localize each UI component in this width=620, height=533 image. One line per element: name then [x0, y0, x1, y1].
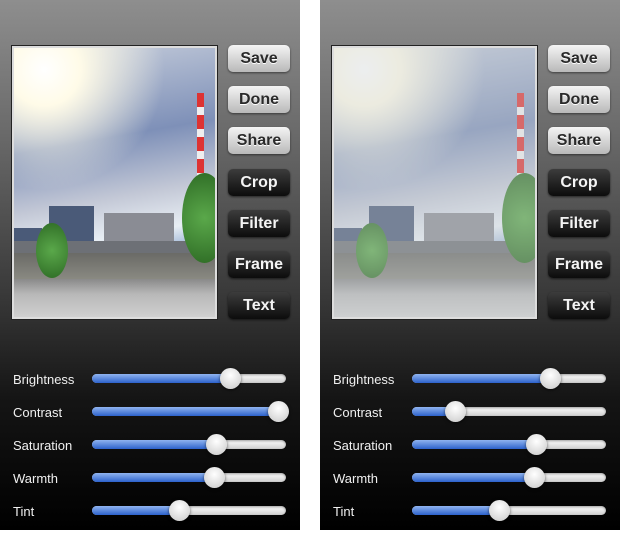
warmth-slider[interactable]: [412, 467, 606, 488]
crop-button[interactable]: Crop: [548, 169, 610, 196]
slider-thumb[interactable]: [219, 368, 241, 389]
slider-fill: [92, 407, 279, 416]
share-button[interactable]: Share: [548, 127, 610, 154]
slider-thumb[interactable]: [268, 401, 290, 422]
slider-fill: [92, 473, 215, 482]
tint-slider[interactable]: [412, 500, 606, 521]
contrast-slider[interactable]: [92, 401, 290, 422]
text-button[interactable]: Text: [548, 292, 610, 319]
saturation-slider[interactable]: [412, 434, 606, 455]
crop-button[interactable]: Crop: [228, 169, 290, 196]
slider-thumb[interactable]: [526, 434, 548, 455]
brightness-label: Brightness: [333, 372, 395, 387]
contrast-label: Contrast: [333, 405, 383, 420]
brightness-slider[interactable]: [412, 368, 606, 389]
filter-button[interactable]: Filter: [228, 210, 290, 237]
slider-fill: [412, 473, 535, 482]
slider-fill: [412, 440, 537, 449]
saturation-label: Saturation: [13, 438, 73, 453]
contrast-slider[interactable]: [412, 401, 606, 422]
slider-fill: [412, 506, 500, 515]
slider-thumb[interactable]: [206, 434, 228, 455]
save-button[interactable]: Save: [228, 45, 290, 72]
saturation-slider[interactable]: [92, 434, 286, 455]
slider-thumb[interactable]: [489, 500, 511, 521]
slider-fill: [92, 440, 217, 449]
slider-thumb[interactable]: [444, 401, 466, 422]
brightness-slider[interactable]: [92, 368, 286, 389]
photo-preview: [12, 46, 217, 319]
contrast-label: Contrast: [13, 405, 63, 420]
tint-label: Tint: [13, 504, 35, 519]
save-button[interactable]: Save: [548, 45, 610, 72]
slider-thumb[interactable]: [169, 500, 191, 521]
frame-button[interactable]: Frame: [228, 251, 290, 278]
warmth-slider[interactable]: [92, 467, 286, 488]
tint-slider[interactable]: [92, 500, 286, 521]
frame-button[interactable]: Frame: [548, 251, 610, 278]
slider-thumb[interactable]: [524, 467, 546, 488]
text-button[interactable]: Text: [228, 292, 290, 319]
done-button[interactable]: Done: [228, 86, 290, 113]
editor-screen-vivid: Save Done Share Crop Filter Frame Text Brightne…: [0, 0, 300, 530]
warmth-label: Warmth: [13, 471, 59, 486]
done-button[interactable]: Done: [548, 86, 610, 113]
brightness-label: Brightness: [13, 372, 75, 387]
filter-button[interactable]: Filter: [548, 210, 610, 237]
slider-thumb[interactable]: [204, 467, 226, 488]
slider-fill: [92, 374, 230, 383]
slider-fill: [412, 374, 550, 383]
editor-screen-faded: Save Done Share Crop Filter Frame Text Brightne…: [320, 0, 620, 530]
slider-fill: [92, 506, 180, 515]
warmth-label: Warmth: [333, 471, 379, 486]
slider-thumb[interactable]: [539, 368, 561, 389]
saturation-label: Saturation: [333, 438, 393, 453]
tint-label: Tint: [333, 504, 355, 519]
photo-preview: [332, 46, 537, 319]
share-button[interactable]: Share: [228, 127, 290, 154]
